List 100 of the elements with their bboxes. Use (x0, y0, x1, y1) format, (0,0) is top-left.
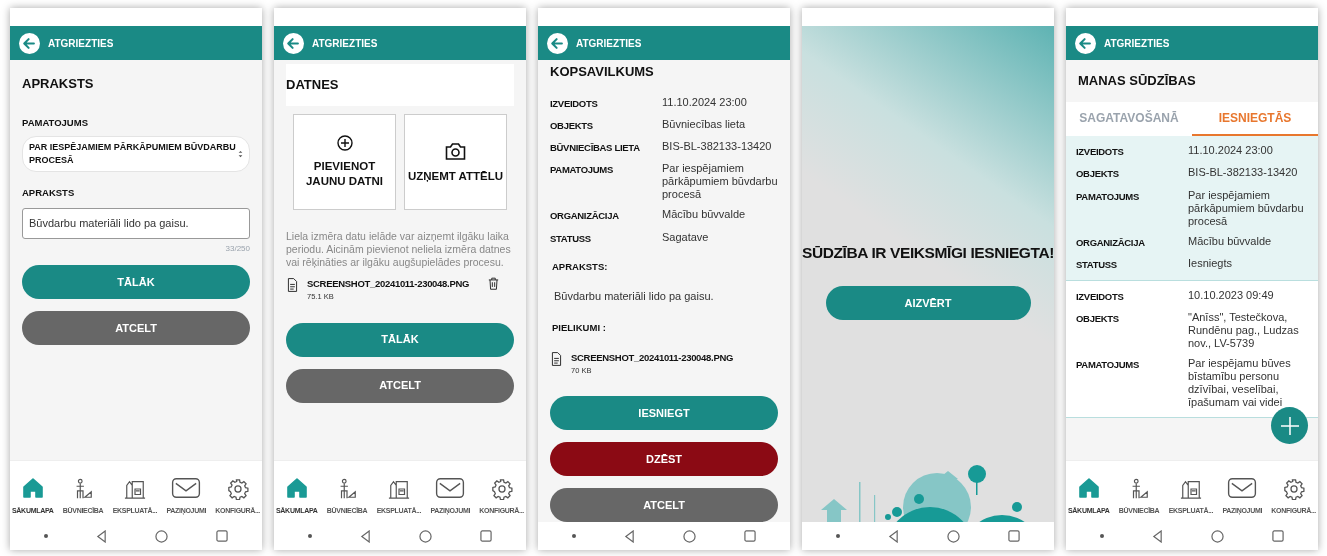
trash-icon[interactable] (487, 277, 500, 291)
sort-icon (238, 149, 243, 158)
dot-icon (1100, 534, 1104, 538)
home-icon[interactable] (419, 529, 432, 543)
square-icon[interactable] (1008, 530, 1020, 542)
cancel-button[interactable]: ATCELT (22, 311, 250, 345)
primary-button[interactable]: AIZVĒRT (825, 286, 1031, 321)
home-icon[interactable] (1211, 529, 1224, 543)
square-icon[interactable] (480, 530, 492, 542)
dot-icon (44, 534, 48, 538)
square-icon[interactable] (216, 530, 228, 542)
add-file-button[interactable]: PIEVIENOT JAUNU DATNI (293, 114, 396, 210)
arrow-left-icon (283, 32, 304, 54)
back-icon[interactable] (360, 529, 371, 543)
field-label: PAMATOJUMS (1076, 358, 1140, 373)
info-text: Liela izmēra datu ielāde var aizņemt ilgāku laika periodu. Aicinām pievienot neliela izmēra datnes vai rēķināties ar ilgāku augšupielādes procesu. (286, 230, 512, 269)
back-button[interactable]: ATGRIEZTIES (547, 32, 642, 54)
field-label: ORGANIZĀCIJA (550, 209, 620, 224)
field-label: OBJEKTS (1076, 312, 1120, 327)
field-label: APRAKSTS (22, 185, 76, 200)
back-icon[interactable] (96, 529, 107, 543)
plus-icon (1279, 415, 1300, 436)
file-name: SCREENSHOT_20241011-230048.PNG (307, 277, 471, 291)
field-label: IZVEIDOTS (1076, 290, 1125, 304)
section-title: MANAS SŪDZĪBAS (1077, 72, 1197, 91)
field-value: Mācību būvvalde (662, 208, 747, 223)
arrow-left-icon (547, 32, 568, 54)
back-button[interactable]: ATGRIEZTIES (19, 32, 114, 54)
back-button[interactable]: ATGRIEZTIES (283, 32, 378, 54)
dot-icon (836, 534, 840, 538)
section-title: APRAKSTS (22, 75, 95, 93)
success-message: SŪDZĪBA IR VEIKSMĪGI IESNIEGTA! (802, 243, 1054, 263)
primary-button[interactable]: TĀLĀK (22, 265, 250, 299)
back-icon[interactable] (888, 529, 899, 543)
field-label: ORGANIZĀCIJA (1076, 235, 1146, 250)
field-value: Mācību būvvalde (1188, 234, 1273, 249)
home-icon (1076, 475, 1101, 500)
settings-icon (1282, 477, 1305, 500)
field-label: STATUSS (1076, 257, 1118, 272)
field-value: Būvniecības lieta (662, 117, 747, 132)
envelope-icon (1227, 475, 1258, 500)
envelope-icon (171, 475, 202, 500)
back-icon[interactable] (624, 529, 635, 543)
back-button[interactable]: ATGRIEZTIES (1075, 32, 1170, 54)
primary-button[interactable]: TĀLĀK (286, 322, 514, 357)
field-value: Par iespējamu būves bīstamību personu dzīvībai, veselībai, īpašumam vai videi (1188, 357, 1292, 410)
field-value: BIS-BL-382133-13420 (1188, 166, 1299, 181)
field-label: OBJEKTS (550, 118, 594, 133)
field-label: IZVEIDOTS (1076, 145, 1125, 159)
field-label: IZVEIDOTS (550, 96, 599, 111)
take-photo-button[interactable]: UZŅEMT ATTĒLU (404, 114, 507, 210)
home-icon[interactable] (683, 529, 696, 543)
settings-icon (226, 477, 249, 500)
square-icon[interactable] (1272, 530, 1284, 542)
home-icon (20, 475, 45, 500)
field-label: PAMATOJUMS (550, 163, 614, 178)
home-icon[interactable] (947, 529, 960, 543)
text-field[interactable]: Būvdarbu materiāli lido pa gaisu. (22, 208, 250, 239)
field-label: PAMATOJUMS (1076, 189, 1140, 204)
section-title: DATNES (286, 64, 514, 106)
field-label: OBJEKTS (1076, 167, 1120, 182)
field-value: Sagatave (662, 230, 710, 245)
square-icon[interactable] (744, 530, 756, 542)
section-title: KOPSAVILKUMS (550, 63, 655, 81)
field-label: PIELIKUMI : (552, 320, 607, 335)
complaint-card[interactable]: IZVEIDOTS 10.10.2023 09:49 OBJEKTS "Anīss", Testečkova, Rundēnu pag., Ludzas nov., LV-5739 PAMATOJUMS Par iespējamu būves bīstamību personu dzīvībai, veselībai, īpašumam vai videi (1066, 281, 1318, 419)
field-label: STATUSS (550, 231, 592, 246)
field-label: BŪVNIECĪBAS LIETA (550, 141, 641, 155)
primary-button[interactable]: IESNIEGT (550, 396, 778, 431)
document-icon (550, 351, 563, 366)
character-counter: 33/250 (224, 243, 250, 255)
field-label: APRAKSTS: (552, 259, 609, 274)
home-icon (284, 475, 309, 500)
home-icon[interactable] (155, 529, 168, 543)
field-value: "Anīss", Testečkova, Rundēnu pag., Ludzas nov., LV-5739 (1188, 311, 1300, 351)
field-label: PAMATOJUMS (22, 115, 89, 130)
document-icon (286, 278, 299, 292)
envelope-icon (435, 475, 466, 500)
description-text: Būvdarbu materiāli lido pa gaisu. (554, 289, 715, 304)
field-value: Par iespējamiem pārkāpumiem būvdarbu procesā (1188, 188, 1305, 228)
field-value: Par iespējamiem pārkāpumiem būvdarbu procesā (662, 162, 778, 202)
complaint-card[interactable]: IZVEIDOTS 11.10.2024 23:00 OBJEKTS BIS-BL-382133-13420 PAMATOJUMS Par iespējamiem pārkāpumiem būvdarbu procesā ORGANIZĀCIJA Mācību būvvalde STATUSS Iesniegts (1066, 136, 1318, 281)
plus-circle-icon (336, 135, 353, 151)
field-value: 10.10.2023 09:49 (1188, 289, 1275, 303)
arrow-left-icon (1075, 32, 1096, 54)
settings-icon (490, 477, 513, 500)
file-name: SCREENSHOT_20241011-230048.PNG (571, 350, 735, 365)
delete-button[interactable]: DZĒST (550, 442, 778, 477)
arrow-left-icon (19, 32, 40, 54)
cancel-button[interactable]: ATCELT (550, 488, 778, 522)
field-value: 11.10.2024 23:00 (1188, 144, 1274, 158)
field-value: BIS-BL-382133-13420 (662, 140, 773, 154)
camera-icon (444, 140, 467, 161)
field-value: Iesniegts (1188, 256, 1234, 271)
dot-icon (308, 534, 312, 538)
dropdown[interactable]: PAR IESPĒJAMIEM PĀRKĀPUMIEM BŪVDARBU PROCESĀ (22, 135, 250, 172)
dot-icon (572, 534, 576, 538)
field-value: 11.10.2024 23:00 (662, 95, 748, 110)
cancel-button[interactable]: ATCELT (286, 368, 514, 403)
back-icon[interactable] (1152, 529, 1163, 543)
